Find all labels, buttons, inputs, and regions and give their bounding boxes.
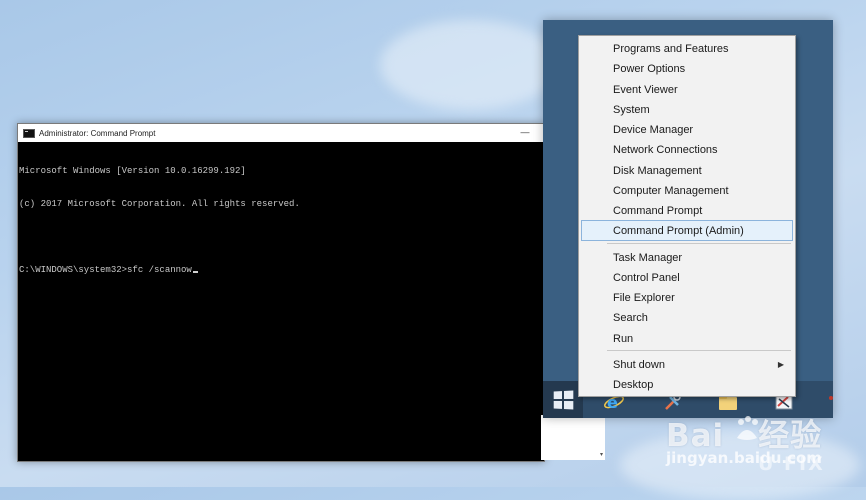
menu-item-system[interactable]: System (581, 99, 793, 119)
cmd-line: Microsoft Windows [Version 10.0.16299.19… (19, 166, 246, 176)
notification-dot (829, 396, 833, 400)
windows-logo-icon (553, 390, 574, 409)
cmd-app-icon (23, 128, 35, 138)
menu-item-command-prompt[interactable]: Command Prompt (581, 200, 793, 220)
cmd-prompt-line: C:\WINDOWS\system32>sfc /scannow (19, 265, 543, 276)
menu-item-shut-down[interactable]: Shut down ▶ (581, 354, 793, 374)
minimize-button[interactable]: — (518, 126, 532, 138)
ugetfix-watermark: U FIX (758, 453, 825, 475)
menu-item-search[interactable]: Search (581, 307, 793, 327)
menu-item-device-manager[interactable]: Device Manager (581, 119, 793, 139)
menu-item-programs-and-features[interactable]: Programs and Features (581, 38, 793, 58)
scroll-arrow-icon: ▾ (599, 452, 603, 458)
cmd-command-text: C:\WINDOWS\system32>sfc /scannow (19, 265, 192, 275)
menu-item-event-viewer[interactable]: Event Viewer (581, 79, 793, 99)
cmd-line: (c) 2017 Microsoft Corporation. All righ… (19, 199, 300, 209)
menu-item-task-manager[interactable]: Task Manager (581, 247, 793, 267)
cmd-titlebar[interactable]: Administrator: Command Prompt — (18, 124, 544, 142)
cmd-console[interactable]: Microsoft Windows [Version 10.0.16299.19… (18, 142, 544, 300)
submenu-arrow-icon: ▶ (777, 359, 784, 369)
winx-context-menu[interactable]: Programs and Features Power Options Even… (578, 35, 796, 397)
start-button[interactable] (543, 381, 583, 418)
baidu-paw-logo-icon (737, 416, 758, 440)
window-edge-strip: ▾ (541, 415, 605, 460)
menu-item-network-connections[interactable]: Network Connections (581, 139, 793, 159)
menu-item-control-panel[interactable]: Control Panel (581, 267, 793, 287)
text-cursor (192, 271, 198, 273)
menu-item-label: Shut down (613, 358, 665, 371)
cmd-line (19, 232, 543, 243)
menu-item-desktop[interactable]: Desktop (581, 374, 793, 394)
menu-item-disk-management[interactable]: Disk Management (581, 160, 793, 180)
menu-item-power-options[interactable]: Power Options (581, 58, 793, 78)
menu-item-command-prompt-admin[interactable]: Command Prompt (Admin) (581, 220, 793, 241)
menu-separator (607, 242, 791, 244)
menu-item-run[interactable]: Run (581, 328, 793, 348)
cmd-title: Administrator: Command Prompt (39, 128, 156, 138)
command-prompt-window[interactable]: Administrator: Command Prompt — Microsof… (17, 123, 545, 462)
menu-separator (607, 349, 791, 351)
menu-item-computer-management[interactable]: Computer Management (581, 180, 793, 200)
menu-item-file-explorer[interactable]: File Explorer (581, 287, 793, 307)
